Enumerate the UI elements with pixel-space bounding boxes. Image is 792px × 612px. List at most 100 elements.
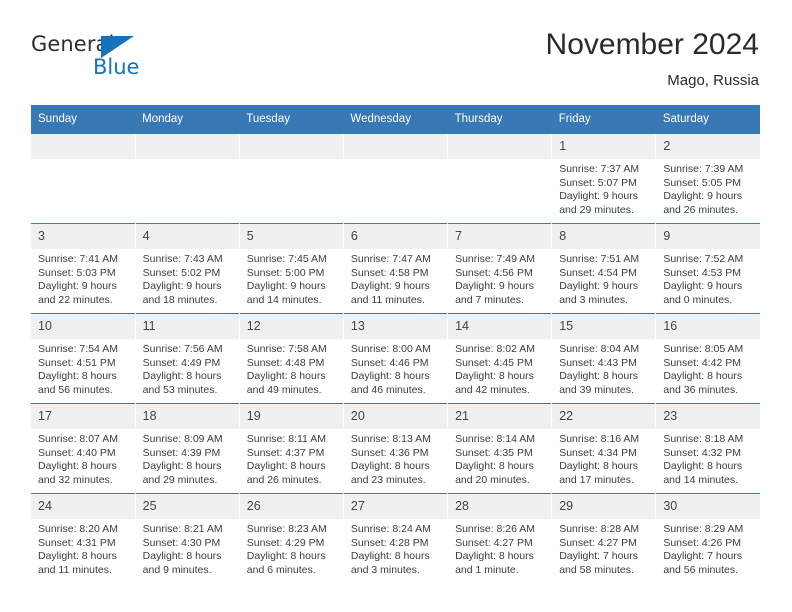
calendar-day-cell[interactable]: 10 Sunrise: 7:54 AM Sunset: 4:51 PM Dayligh… xyxy=(31,313,136,404)
calendar-day-cell[interactable]: 7 Sunrise: 7:49 AM Sunset: 4:56 PM Daylight… xyxy=(447,223,552,314)
calendar-day-cell[interactable]: 17 Sunrise: 8:07 AM Sunset: 4:40 PM Dayligh… xyxy=(31,403,136,494)
calendar-day-cell[interactable]: 13 Sunrise: 8:00 AM Sunset: 4:46 PM Dayligh… xyxy=(342,313,448,404)
calendar-week-row: 10 Sunrise: 7:54 AM Sunset: 4:51 PM Dayligh… xyxy=(31,313,760,404)
sunset-text: Sunset: 4:40 PM xyxy=(38,446,116,459)
day-number: 20 xyxy=(343,404,448,429)
day-sun-info: Sunrise: 8:16 AM Sunset: 4:34 PM Daylight:… xyxy=(552,429,655,487)
day-number: 15 xyxy=(552,314,656,339)
daylight-text: Daylight: 8 hours and 42 minutes. xyxy=(455,370,534,396)
calendar-day-cell[interactable]: 2 Sunrise: 7:39 AM Sunset: 5:05 PM Daylight… xyxy=(655,134,760,224)
calendar-day-cell[interactable]: 8 Sunrise: 7:51 AM Sunset: 4:54 PM Daylight… xyxy=(551,223,656,314)
sunrise-text: Sunrise: 8:26 AM xyxy=(455,523,536,535)
calendar-day-cell[interactable]: 9 Sunrise: 7:52 AM Sunset: 4:53 PM Daylight… xyxy=(655,223,760,314)
day-number: 8 xyxy=(552,224,656,249)
day-number: 23 xyxy=(656,404,760,429)
calendar-day-cell[interactable]: 26 Sunrise: 8:23 AM Sunset: 4:29 PM Dayligh… xyxy=(238,493,344,583)
day-sun-info: Sunrise: 7:39 AM Sunset: 5:05 PM Daylight:… xyxy=(656,159,760,217)
day-number xyxy=(239,134,343,159)
sunrise-text: Sunrise: 8:02 AM xyxy=(455,343,536,355)
sunrise-text: Sunrise: 7:49 AM xyxy=(455,253,536,265)
day-number: 21 xyxy=(448,404,552,429)
day-number xyxy=(343,134,448,159)
calendar-day-cell[interactable]: 28 Sunrise: 8:26 AM Sunset: 4:27 PM Dayligh… xyxy=(447,493,552,583)
day-sun-info: Sunrise: 8:26 AM Sunset: 4:27 PM Daylight:… xyxy=(448,519,551,577)
calendar-day-cell[interactable]: 6 Sunrise: 7:47 AM Sunset: 4:58 PM Daylight… xyxy=(342,223,448,314)
sunset-text: Sunset: 5:03 PM xyxy=(38,266,116,279)
calendar-day-cell[interactable]: 16 Sunrise: 8:05 AM Sunset: 4:42 PM Dayligh… xyxy=(655,313,760,404)
sunrise-text: Sunrise: 8:05 AM xyxy=(663,343,744,355)
calendar-day-cell[interactable]: 18 Sunrise: 8:09 AM Sunset: 4:39 PM Dayligh… xyxy=(134,403,240,494)
sunset-text: Sunset: 5:02 PM xyxy=(142,266,221,279)
day-number: 17 xyxy=(31,404,135,429)
daylight-text: Daylight: 8 hours and 53 minutes. xyxy=(142,370,222,396)
day-sun-info: Sunrise: 7:56 AM Sunset: 4:49 PM Daylight:… xyxy=(136,339,239,397)
page-subtitle: Mago, Russia xyxy=(667,72,759,89)
day-sun-info: Sunrise: 7:54 AM Sunset: 4:51 PM Daylight:… xyxy=(31,339,135,397)
day-number: 7 xyxy=(448,224,552,249)
calendar-day-cell[interactable]: 24 Sunrise: 8:20 AM Sunset: 4:31 PM Dayligh… xyxy=(31,493,136,583)
calendar-day-cell[interactable]: 27 Sunrise: 8:24 AM Sunset: 4:28 PM Dayligh… xyxy=(342,493,448,583)
calendar-grid: Sunday Monday Tuesday Wednesday Thursday… xyxy=(31,105,760,583)
weekday-header-friday: Friday xyxy=(551,105,656,134)
calendar-day-cell[interactable]: 25 Sunrise: 8:21 AM Sunset: 4:30 PM Dayligh… xyxy=(134,493,240,583)
sunset-text: Sunset: 4:56 PM xyxy=(455,266,533,279)
daylight-text: Daylight: 8 hours and 29 minutes. xyxy=(142,460,222,486)
calendar-day-cell[interactable]: 20 Sunrise: 8:13 AM Sunset: 4:36 PM Dayligh… xyxy=(342,403,448,494)
sunrise-text: Sunrise: 8:20 AM xyxy=(38,523,118,535)
day-sun-info: Sunrise: 7:51 AM Sunset: 4:54 PM Daylight:… xyxy=(552,249,655,307)
day-number: 5 xyxy=(239,224,343,249)
sunrise-text: Sunrise: 7:58 AM xyxy=(246,343,327,355)
sunrise-text: Sunrise: 8:28 AM xyxy=(559,523,640,535)
calendar-day-cell[interactable]: 23 Sunrise: 8:18 AM Sunset: 4:32 PM Dayligh… xyxy=(655,403,760,494)
calendar-day-cell[interactable]: 19 Sunrise: 8:11 AM Sunset: 4:37 PM Dayligh… xyxy=(238,403,344,494)
day-number: 9 xyxy=(656,224,760,249)
sunrise-text: Sunrise: 7:43 AM xyxy=(142,253,223,265)
calendar-day-cell[interactable]: 4 Sunrise: 7:43 AM Sunset: 5:02 PM Daylight… xyxy=(134,223,240,314)
daylight-text: Daylight: 9 hours and 22 minutes. xyxy=(38,280,117,306)
day-sun-info: Sunrise: 8:21 AM Sunset: 4:30 PM Daylight:… xyxy=(136,519,239,577)
calendar-day-cell[interactable]: 15 Sunrise: 8:04 AM Sunset: 4:43 PM Dayligh… xyxy=(551,313,656,404)
day-sun-info: Sunrise: 8:02 AM Sunset: 4:45 PM Daylight:… xyxy=(448,339,551,397)
daylight-text: Daylight: 7 hours and 58 minutes. xyxy=(559,550,638,576)
general-blue-logo[interactable]: General Blue xyxy=(31,32,221,90)
day-sun-info: Sunrise: 8:00 AM Sunset: 4:46 PM Daylight:… xyxy=(344,339,447,397)
sunset-text: Sunset: 4:37 PM xyxy=(246,446,325,459)
daylight-text: Daylight: 8 hours and 46 minutes. xyxy=(350,370,430,396)
day-number: 2 xyxy=(656,134,760,159)
day-number: 1 xyxy=(552,134,656,159)
daylight-text: Daylight: 8 hours and 39 minutes. xyxy=(559,370,638,396)
logo-text-blue: Blue xyxy=(93,55,140,79)
day-sun-info: Sunrise: 8:28 AM Sunset: 4:27 PM Daylight:… xyxy=(552,519,655,577)
calendar-day-cell-empty xyxy=(447,134,552,224)
daylight-text: Daylight: 8 hours and 32 minutes. xyxy=(38,460,117,486)
daylight-text: Daylight: 9 hours and 11 minutes. xyxy=(350,280,430,306)
calendar-day-cell-empty xyxy=(31,134,135,224)
daylight-text: Daylight: 8 hours and 49 minutes. xyxy=(246,370,326,396)
calendar-day-cell-empty xyxy=(342,134,448,224)
sunrise-text: Sunrise: 7:37 AM xyxy=(559,163,640,175)
day-sun-info: Sunrise: 7:43 AM Sunset: 5:02 PM Daylight:… xyxy=(136,249,239,307)
calendar-day-cell[interactable]: 1 Sunrise: 7:37 AM Sunset: 5:07 PM Daylight… xyxy=(551,134,656,224)
sunset-text: Sunset: 4:51 PM xyxy=(38,356,116,369)
sunset-text: Sunset: 4:46 PM xyxy=(350,356,429,369)
calendar-week-row: 17 Sunrise: 8:07 AM Sunset: 4:40 PM Dayligh… xyxy=(31,403,760,494)
daylight-text: Daylight: 8 hours and 11 minutes. xyxy=(38,550,117,576)
calendar-day-cell[interactable]: 12 Sunrise: 7:58 AM Sunset: 4:48 PM Dayligh… xyxy=(238,313,344,404)
calendar-day-cell[interactable]: 3 Sunrise: 7:41 AM Sunset: 5:03 PM Daylight… xyxy=(31,223,136,314)
day-sun-info: Sunrise: 7:49 AM Sunset: 4:56 PM Daylight:… xyxy=(448,249,551,307)
day-number: 11 xyxy=(135,314,239,339)
calendar-day-cell[interactable]: 21 Sunrise: 8:14 AM Sunset: 4:35 PM Dayligh… xyxy=(447,403,552,494)
calendar-day-cell[interactable]: 5 Sunrise: 7:45 AM Sunset: 5:00 PM Daylight… xyxy=(238,223,344,314)
calendar-day-cell[interactable]: 11 Sunrise: 7:56 AM Sunset: 4:49 PM Dayligh… xyxy=(134,313,240,404)
day-sun-info: Sunrise: 8:04 AM Sunset: 4:43 PM Daylight:… xyxy=(552,339,655,397)
calendar-day-cell[interactable]: 29 Sunrise: 8:28 AM Sunset: 4:27 PM Dayligh… xyxy=(551,493,656,583)
daylight-text: Daylight: 9 hours and 14 minutes. xyxy=(246,280,326,306)
calendar-day-cell[interactable]: 14 Sunrise: 8:02 AM Sunset: 4:45 PM Dayligh… xyxy=(447,313,552,404)
day-sun-info: Sunrise: 8:20 AM Sunset: 4:31 PM Daylight:… xyxy=(31,519,135,577)
title-block: November 2024 Mago, Russia xyxy=(546,28,759,91)
sunset-text: Sunset: 4:39 PM xyxy=(142,446,221,459)
sunset-text: Sunset: 4:43 PM xyxy=(559,356,637,369)
daylight-text: Daylight: 9 hours and 0 minutes. xyxy=(663,280,743,306)
calendar-day-cell[interactable]: 30 Sunrise: 8:29 AM Sunset: 4:26 PM Dayligh… xyxy=(655,493,760,583)
calendar-day-cell[interactable]: 22 Sunrise: 8:16 AM Sunset: 4:34 PM Dayligh… xyxy=(551,403,656,494)
